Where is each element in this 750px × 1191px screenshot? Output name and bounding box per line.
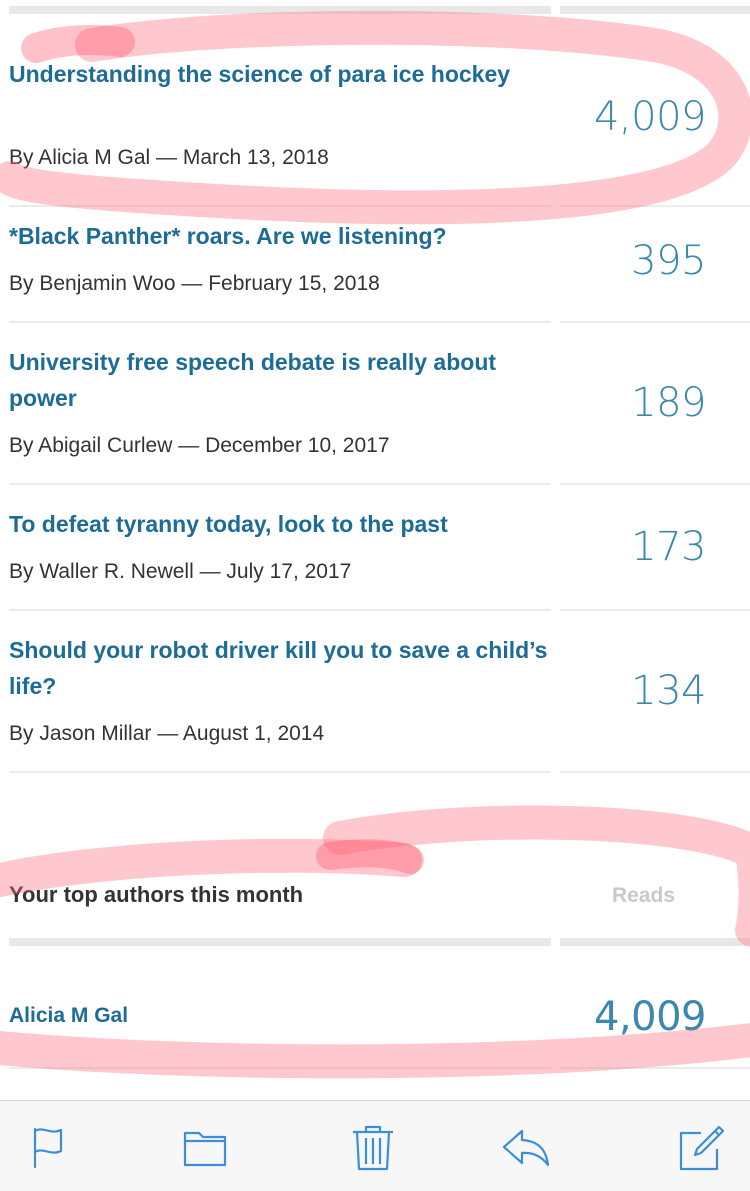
flag-button[interactable] <box>25 1123 73 1171</box>
delete-button[interactable] <box>349 1123 397 1171</box>
author-row[interactable]: Alicia M Gal 4,009 <box>0 946 750 1068</box>
article-row[interactable]: *Black Panther* roars. Are we listening?… <box>0 206 750 322</box>
article-row[interactable]: University free speech debate is really … <box>0 322 750 484</box>
article-title[interactable]: Should your robot driver kill you to sav… <box>9 632 549 704</box>
article-row[interactable]: Should your robot driver kill you to sav… <box>0 610 750 772</box>
reply-icon <box>502 1129 550 1167</box>
article-byline: By Benjamin Woo — February 15, 2018 <box>9 272 380 295</box>
article-title[interactable]: *Black Panther* roars. Are we listening? <box>9 218 549 254</box>
section-header-divider-left <box>9 938 551 946</box>
author-reads-count: 4,009 <box>593 994 707 1040</box>
section-header-divider-right <box>560 938 750 946</box>
author-name[interactable]: Alicia M Gal <box>9 1004 128 1028</box>
article-row[interactable]: To defeat tyranny today, look to the pas… <box>0 484 750 610</box>
folder-icon <box>183 1131 227 1167</box>
flag-icon <box>33 1127 63 1169</box>
row-divider <box>560 771 750 773</box>
reply-button[interactable] <box>502 1123 550 1171</box>
compose-icon <box>679 1125 725 1171</box>
row-divider <box>9 771 551 773</box>
article-reads-count: 4,009 <box>593 94 707 140</box>
row-divider <box>9 1067 551 1069</box>
compose-button[interactable] <box>677 1123 725 1171</box>
article-byline: By Abigail Curlew — December 10, 2017 <box>9 434 390 457</box>
article-title[interactable]: University free speech debate is really … <box>9 344 549 416</box>
reads-column-header: Reads <box>612 884 676 907</box>
article-reads-count: 189 <box>631 380 706 426</box>
article-row[interactable]: Understanding the science of para ice ho… <box>0 0 750 206</box>
move-to-folder-button[interactable] <box>181 1123 229 1171</box>
article-title[interactable]: To defeat tyranny today, look to the pas… <box>9 506 549 542</box>
article-reads-count: 173 <box>631 524 706 570</box>
article-title[interactable]: Understanding the science of para ice ho… <box>9 56 549 92</box>
row-divider <box>560 1067 750 1069</box>
article-byline: By Waller R. Newell — July 17, 2017 <box>9 560 352 583</box>
top-authors-heading: Your top authors this month <box>9 882 304 907</box>
article-byline: By Jason Millar — August 1, 2014 <box>9 722 325 745</box>
bottom-toolbar <box>0 1100 750 1191</box>
article-byline: By Alicia M Gal — March 13, 2018 <box>9 146 329 169</box>
article-reads-count: 134 <box>631 668 706 714</box>
article-reads-count: 395 <box>631 238 706 284</box>
trash-icon <box>353 1125 393 1171</box>
